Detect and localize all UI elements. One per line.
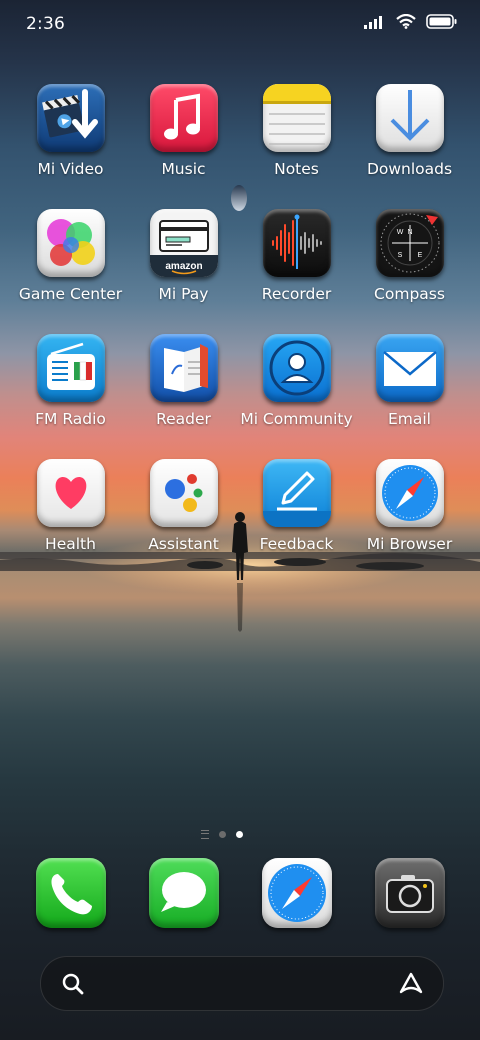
app-recorder[interactable]: Recorder (240, 209, 353, 303)
app-label: Feedback (259, 535, 334, 553)
music-note-icon (149, 84, 218, 152)
app-compass[interactable]: N E S W Compass (353, 209, 466, 303)
app-email[interactable]: Email (353, 334, 466, 428)
app-notes[interactable]: Notes (240, 84, 353, 178)
app-downloads[interactable]: Downloads (353, 84, 466, 178)
wifi-icon (396, 14, 416, 29)
waveform-icon (262, 209, 331, 277)
compass-icon: N E S W (375, 209, 444, 277)
video-clapper-download-icon (36, 84, 105, 152)
compass-letter-s: S (397, 252, 402, 259)
app-label: Health (45, 535, 96, 553)
notepad-icon (262, 84, 331, 152)
app-label: Downloads (366, 160, 453, 178)
page-dot-active (236, 831, 243, 838)
wallet-card-icon: amazon (149, 209, 218, 277)
search-bar[interactable] (40, 956, 444, 1011)
pencil-icon (262, 459, 331, 527)
app-label: Notes (274, 160, 319, 178)
app-mi-browser[interactable]: Mi Browser (353, 459, 466, 553)
safari-compass-icon (375, 459, 444, 527)
app-label: Game Center (18, 285, 123, 303)
app-label: Recorder (261, 285, 332, 303)
signal-icon (364, 15, 382, 29)
status-icons (364, 14, 458, 29)
person-circle-icon (262, 334, 331, 402)
app-health[interactable]: Health (14, 459, 127, 553)
envelope-icon (375, 334, 444, 402)
app-feedback[interactable]: Feedback (240, 459, 353, 553)
app-label: Compass (374, 285, 445, 303)
radio-icon (36, 334, 105, 402)
camera-icon (386, 875, 434, 913)
heart-icon (36, 459, 105, 527)
speech-bubble-icon (161, 872, 206, 912)
app-label: Email (387, 410, 431, 428)
status-time: 2:36 (26, 14, 65, 34)
phone-icon (51, 874, 92, 915)
compass-letter-w: W (396, 229, 403, 236)
app-reader[interactable]: Reader (127, 334, 240, 428)
safari-compass-icon (268, 864, 326, 922)
app-label: Reader (156, 410, 211, 428)
page-indicator[interactable] (201, 830, 243, 839)
battery-icon (426, 14, 457, 29)
assistant-dots-icon (149, 459, 218, 527)
page-dot-inactive (219, 831, 226, 838)
dock-browser[interactable] (262, 858, 332, 928)
app-game-center[interactable]: Game Center (14, 209, 127, 303)
dock-camera[interactable] (375, 858, 445, 928)
dock-messages[interactable] (149, 858, 219, 928)
app-mi-community[interactable]: Mi Community (240, 334, 353, 428)
compass-letter-n: N (407, 229, 412, 236)
app-mi-video[interactable]: Mi Video (14, 84, 127, 178)
app-mi-pay[interactable]: amazon Mi Pay (127, 209, 240, 303)
app-label: Mi Pay (158, 285, 209, 303)
app-label: Assistant (148, 535, 219, 553)
dock-phone[interactable] (36, 858, 106, 928)
color-circles-icon (36, 209, 105, 277)
app-label: Mi Community (240, 410, 353, 428)
app-label: FM Radio (35, 410, 106, 428)
book-icon (149, 334, 218, 402)
app-label: Mi Video (37, 160, 104, 178)
compass-letter-e: E (417, 252, 422, 259)
app-fm-radio[interactable]: FM Radio (14, 334, 127, 428)
app-assistant[interactable]: Assistant (127, 459, 240, 553)
download-arrow-icon (375, 84, 444, 152)
menu-lines-icon (201, 830, 209, 839)
amazon-wordmark: amazon (165, 261, 202, 272)
assistant-triangle-icon[interactable] (397, 970, 425, 998)
floating-bubble (231, 185, 247, 211)
app-music[interactable]: Music (127, 84, 240, 178)
search-icon (62, 973, 84, 995)
app-label: Mi Browser (366, 535, 453, 553)
app-label: Music (161, 160, 206, 178)
